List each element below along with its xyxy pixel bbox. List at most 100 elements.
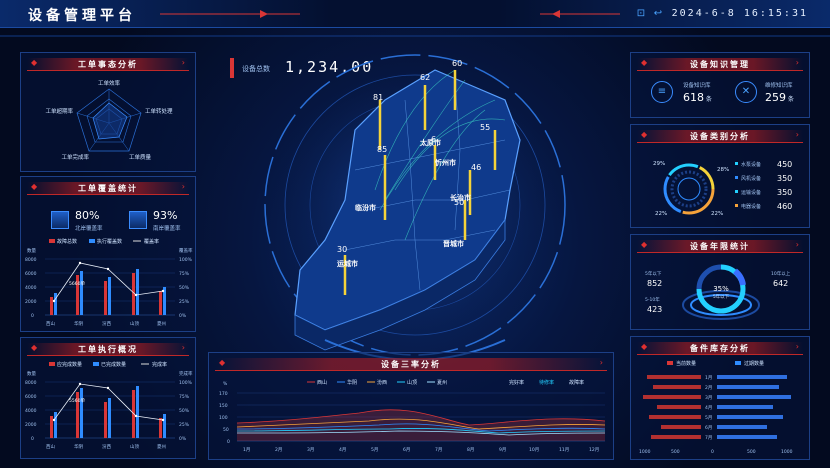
map-value: 60 <box>452 59 462 68</box>
y-tick-right: 0% <box>179 313 187 319</box>
province-map: 60 62 81 55 85 6 46 50 30 临汾市 运城市 晋城市 长治… <box>264 54 566 360</box>
panel-title: 工单执行概况 <box>78 345 138 354</box>
x-tick: 6月 <box>403 447 410 453</box>
y-tick-right: 0% <box>179 436 187 442</box>
y-tick-right: 100% <box>179 257 193 263</box>
y-tick-right: 75% <box>179 394 190 400</box>
kpi-value: 259 <box>765 91 786 104</box>
three-rate-chart: 西山 华阴 汾西 山顶 夏州 完好率 待修率 故障率 % 170 150 100… <box>219 379 606 453</box>
city-label: 太原市 <box>420 138 441 147</box>
pct-label: 22% <box>655 211 667 217</box>
row-value: 350 <box>777 188 792 197</box>
category-donut: 29% 28% 22% 22% 水泵设备 风机设备 运输设备 电器设备 450 … <box>653 160 792 217</box>
radar-label: 工单质量 <box>129 153 152 161</box>
x-tick: 5月 <box>371 447 378 453</box>
row-value: 350 <box>777 174 792 183</box>
axis-label: 数量 <box>27 247 36 254</box>
x-tick: 夏州 <box>157 444 166 450</box>
panel-three-rate-analysis: ◆ 设备三率分析 › 西山 华阴 汾西 山顶 夏州 完好率 待修率 故障率 % 17… <box>208 352 614 460</box>
panel-age-stats: ◆ 设备年限统计 › 35% 5年以下 5年以下 5-10年 10年以上 852 4… <box>630 234 810 330</box>
y-tick-right: 25% <box>179 299 190 305</box>
panel-header: ◆ 工单执行概况 › <box>27 343 189 356</box>
y-tick-right: 75% <box>179 271 190 277</box>
panel-spare-parts: ◆ 备件库存分析 › 当前数量 过期数量 1月 2月 3月 4月 5月 6月 7月 <box>630 336 810 460</box>
y-tick: 8000 <box>25 380 37 386</box>
panel-category: ◆ 设备类别分析 › 29% 28% 22% 22% 水泵设备 风机设备 运输设备 … <box>630 124 810 228</box>
x-tick: 7月 <box>435 447 442 453</box>
annotation: 5660单 <box>69 280 85 287</box>
legend-label: 夏州 <box>437 380 447 386</box>
panel-header: ◆ 工单事态分析 › <box>27 58 189 71</box>
panel-header: ◆ 工单覆盖统计 › <box>27 182 189 195</box>
x-tick: 500 <box>671 449 680 455</box>
radar-label: 工单完成率 <box>61 153 89 161</box>
legend-label: 已完成数量 <box>101 361 126 368</box>
x-tick: 山顶 <box>130 320 139 327</box>
x-tick: 汾西 <box>102 443 111 450</box>
spare-parts-chart: 当前数量 过期数量 1月 2月 3月 4月 5月 6月 7月 1000 500 <box>639 360 793 455</box>
y-tick: 6000 <box>25 394 37 400</box>
x-tick: 夏州 <box>157 321 166 327</box>
axis-label: 数量 <box>27 370 36 377</box>
y-tick: 4月 <box>705 405 712 411</box>
y-tick: 2月 <box>705 385 712 391</box>
legend-label: 当前数量 <box>676 360 696 367</box>
panel-title: 设备三率分析 <box>381 360 441 369</box>
x-tick: 2月 <box>275 447 282 453</box>
radar-chart: 工单效率 工单转处理 工单质量 工单完成率 工单超期率 <box>45 79 173 161</box>
age-label: 10年以上 <box>771 270 791 277</box>
city-label: 晋城市 <box>443 239 464 248</box>
panel-title: 备件库存分析 <box>690 344 750 353</box>
y-tick-right: 50% <box>179 285 190 291</box>
axis-label: 覆盖率 <box>179 247 193 254</box>
row-label: 风机设备 <box>741 175 761 182</box>
x-tick: 0 <box>711 449 714 455</box>
center-label: 5年以下 <box>713 293 730 300</box>
x-tick: 8月 <box>467 447 474 453</box>
y-tick-right: 50% <box>179 408 190 414</box>
x-tick: 3月 <box>307 447 314 453</box>
row-label: 水泵设备 <box>741 161 761 168</box>
city-label: 忻州市 <box>435 158 456 167</box>
legend-label: 过期数量 <box>744 360 764 367</box>
y-tick: 50 <box>223 427 229 433</box>
x-tick: 12月 <box>589 447 599 453</box>
legend-label: 西山 <box>317 379 327 386</box>
x-tick: 西山 <box>46 320 55 327</box>
x-tick: 500 <box>747 449 756 455</box>
kpi-value: 618 <box>683 91 704 104</box>
y-tick: 8000 <box>25 257 37 263</box>
y-tick: 1月 <box>705 375 712 381</box>
execution-chart: 应完成数量 已完成数量 完成率 数量 完成率 8000 6000 4000 20… <box>25 361 193 450</box>
y-tick: 2000 <box>25 299 37 305</box>
panel-header: ◆ 备件库存分析 › <box>637 342 803 355</box>
panel-title: 设备类别分析 <box>690 132 750 141</box>
legend-label: 应完成数量 <box>57 361 82 368</box>
legend-label: 故障总数 <box>57 238 77 245</box>
age-label: 5-10年 <box>645 296 660 303</box>
y-tick-right: 25% <box>179 422 190 428</box>
map-value: 30 <box>337 245 347 254</box>
panel-coverage-stats: ◆ 工单覆盖统计 › 80% 北岸覆盖率 93% 南岸覆盖率 故障总数 执行覆盖数 … <box>20 176 196 332</box>
map-value: 46 <box>471 163 481 172</box>
x-tick: 华阴 <box>74 320 83 327</box>
axis-label: 完成率 <box>179 370 193 377</box>
y-tick: 100 <box>219 415 228 421</box>
panel-execution-overview: ◆ 工单执行概况 › 应完成数量 已完成数量 完成率 数量 完成率 8000 600… <box>20 337 196 459</box>
y-tick: 2000 <box>25 422 37 428</box>
map-value: 85 <box>377 145 387 154</box>
y-tick-right: 100% <box>179 380 193 386</box>
legend-label: 完好率 <box>509 379 524 386</box>
y-tick: 5月 <box>705 415 712 421</box>
coverage-icon <box>129 211 147 229</box>
x-tick: 4月 <box>339 447 346 453</box>
legend-label: 执行覆盖数 <box>97 238 122 245</box>
legend-label: 待修率 <box>539 379 554 386</box>
x-tick: 9月 <box>499 447 506 453</box>
database-icon: ≡ <box>651 81 673 103</box>
age-label: 5年以下 <box>645 270 662 277</box>
row-label: 运输设备 <box>741 189 761 196</box>
axis-label: % <box>223 381 228 387</box>
panel-header: ◆ 设备三率分析 › <box>215 358 607 371</box>
y-tick: 0 <box>31 313 34 319</box>
